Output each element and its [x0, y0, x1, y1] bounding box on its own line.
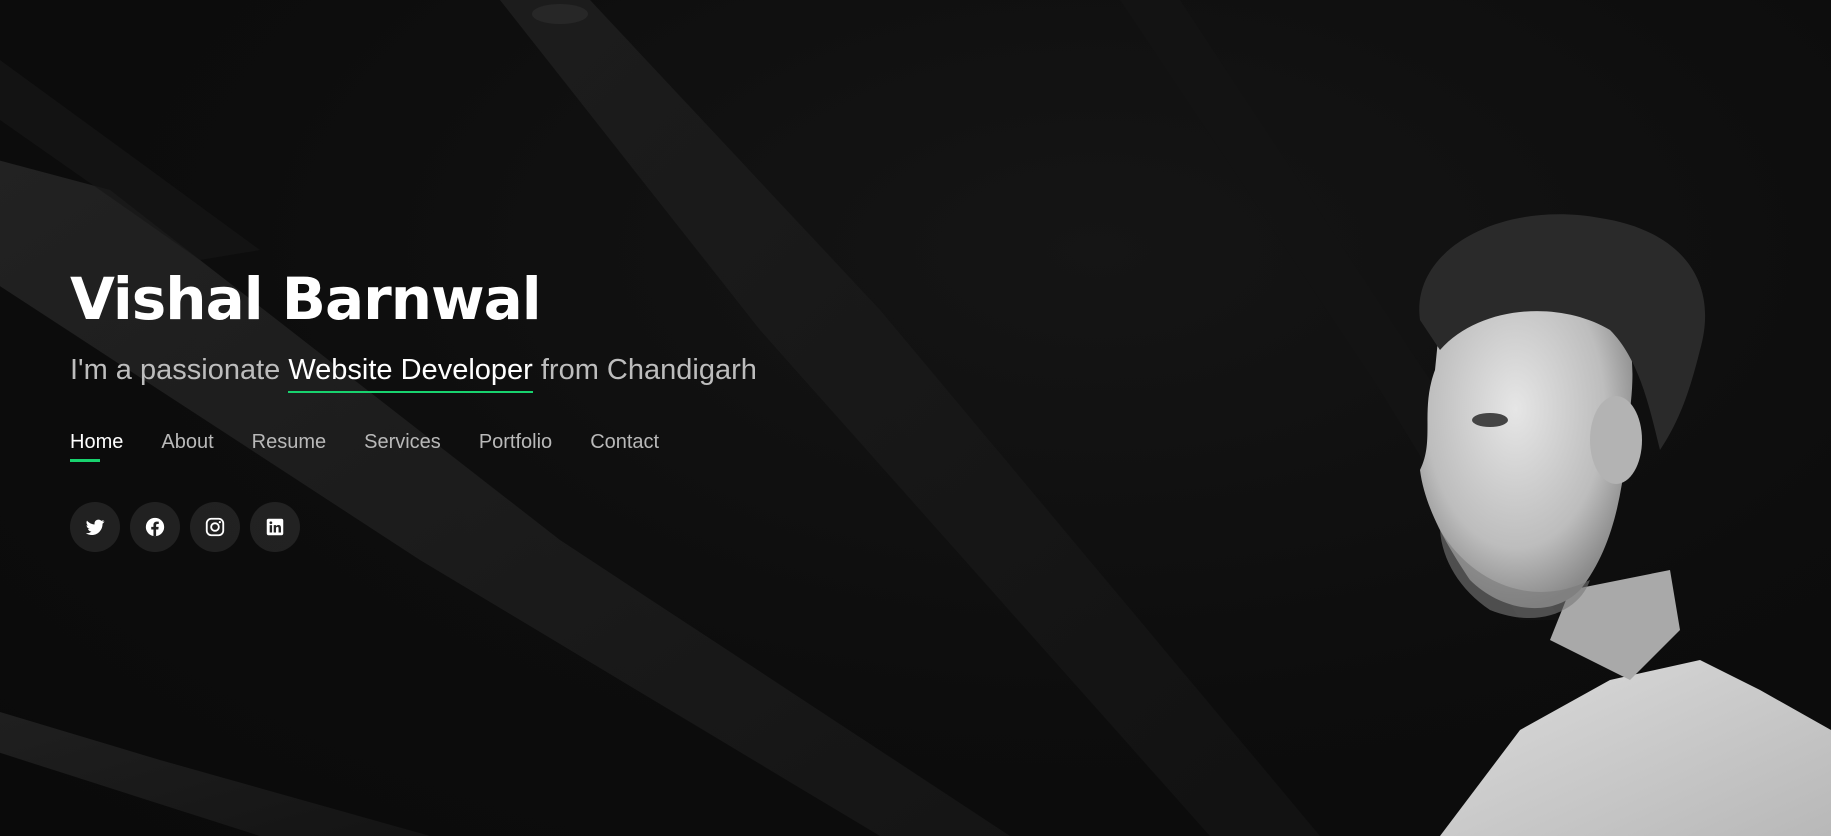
nav-portfolio[interactable]: Portfolio: [479, 431, 552, 462]
hero-content: Vishal Barnwal I'm a passionate Website …: [70, 270, 757, 552]
instagram-link[interactable]: [190, 502, 240, 552]
nav-resume[interactable]: Resume: [252, 431, 326, 462]
profile-photo: [1419, 214, 1831, 836]
nav-about[interactable]: About: [161, 431, 213, 462]
profile-name: Vishal Barnwal: [70, 265, 542, 333]
nav-services[interactable]: Services: [364, 431, 441, 462]
instagram-icon: [205, 517, 225, 537]
social-links: [70, 502, 757, 552]
tagline-prefix: I'm a passionate: [70, 354, 289, 386]
linkedin-icon: [266, 518, 284, 536]
nav-contact[interactable]: Contact: [590, 431, 659, 462]
nav-home[interactable]: Home: [70, 431, 123, 462]
tagline-suffix: from Chandigarh: [532, 354, 757, 386]
main-nav: Home About Resume Services Portfolio Con…: [70, 431, 757, 462]
facebook-link[interactable]: [130, 502, 180, 552]
twitter-icon: [85, 519, 105, 535]
facebook-icon: [145, 517, 165, 537]
twitter-link[interactable]: [70, 502, 120, 552]
tagline: I'm a passionate Website Developer from …: [70, 354, 757, 393]
hero-section: Vishal Barnwal I'm a passionate Website …: [0, 0, 1831, 836]
linkedin-link[interactable]: [250, 502, 300, 552]
tagline-highlight: Website Developer: [288, 354, 533, 393]
